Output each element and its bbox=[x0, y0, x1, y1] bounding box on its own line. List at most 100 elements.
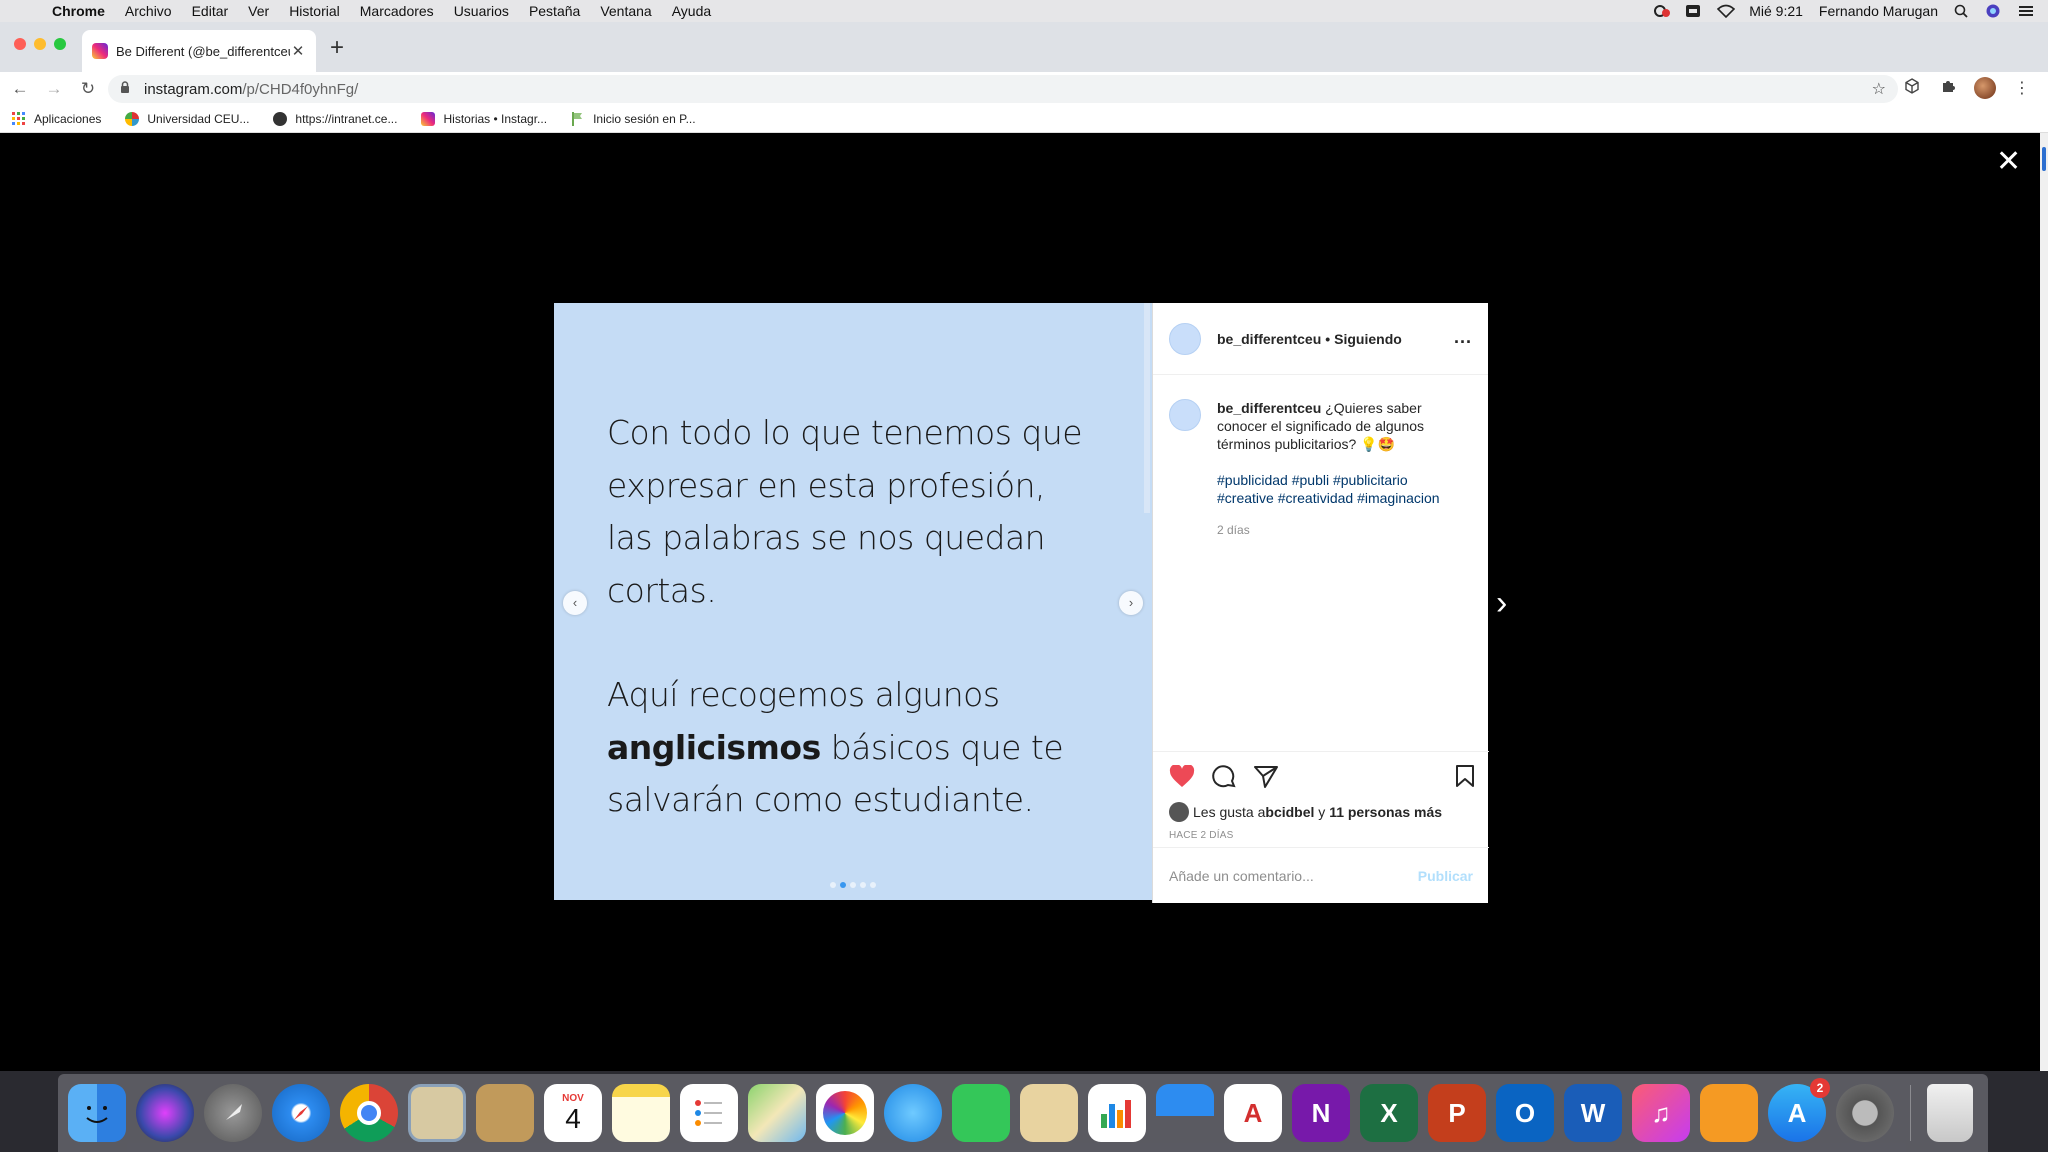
menu-usuarios[interactable]: Usuarios bbox=[454, 3, 509, 19]
clock[interactable]: Mié 9:21 bbox=[1749, 3, 1803, 19]
chrome-menu-icon[interactable]: ⋮ bbox=[2012, 78, 2032, 98]
menubar-tray: Mié 9:21 Fernando Marugan bbox=[1653, 0, 2034, 22]
chrome-dock-icon[interactable] bbox=[340, 1084, 398, 1142]
siri-dock-icon[interactable] bbox=[136, 1084, 194, 1142]
notes-icon[interactable] bbox=[612, 1084, 670, 1142]
reload-button[interactable]: ↻ bbox=[74, 79, 102, 99]
calendar-icon[interactable]: NOV 4 bbox=[544, 1084, 602, 1142]
menu-marcadores[interactable]: Marcadores bbox=[360, 3, 434, 19]
menu-pestana[interactable]: Pestaña bbox=[529, 3, 580, 19]
safari-compass-icon[interactable] bbox=[272, 1084, 330, 1142]
page-scrollbar[interactable] bbox=[2040, 133, 2048, 1071]
app-store-icon[interactable]: A 2 bbox=[1768, 1078, 1830, 1142]
facetime-icon[interactable] bbox=[952, 1084, 1010, 1142]
siri-icon[interactable] bbox=[1986, 4, 2002, 18]
post-caption: be_differentceu ¿Quieres saber conocer e… bbox=[1169, 399, 1479, 539]
spotlight-search-icon[interactable] bbox=[1954, 4, 1970, 18]
slide-line: Con todo lo que tenemos que bbox=[607, 413, 1083, 452]
next-slide-button[interactable]: › bbox=[1119, 591, 1143, 615]
menu-ventana[interactable]: Ventana bbox=[600, 3, 651, 19]
menu-editar[interactable]: Editar bbox=[192, 3, 229, 19]
menu-ayuda[interactable]: Ayuda bbox=[672, 3, 711, 19]
more-options-icon[interactable]: ... bbox=[1454, 327, 1472, 348]
bookmark-universidad-ceu[interactable]: Universidad CEU... bbox=[125, 112, 249, 126]
following-button[interactable]: Siguiendo bbox=[1334, 331, 1402, 347]
close-tab-icon[interactable]: ✕ bbox=[290, 42, 306, 60]
bookmark-star-icon[interactable]: ☆ bbox=[1872, 79, 1886, 99]
preview-icon[interactable] bbox=[1020, 1084, 1078, 1142]
close-window-button[interactable] bbox=[14, 38, 26, 50]
reminders-icon[interactable] bbox=[680, 1084, 738, 1142]
contacts-book-icon[interactable] bbox=[476, 1084, 534, 1142]
cube-extension-icon[interactable] bbox=[1902, 77, 1922, 99]
prev-slide-button[interactable]: ‹ bbox=[563, 591, 587, 615]
next-post-chevron-icon[interactable]: › bbox=[1496, 586, 1507, 620]
calendar-month: NOV bbox=[562, 1092, 584, 1104]
acrobat-pdf-icon[interactable]: A bbox=[1224, 1084, 1282, 1142]
books-icon[interactable] bbox=[1700, 1084, 1758, 1142]
bookmark-inicio-sesion[interactable]: Inicio sesión en P... bbox=[571, 112, 696, 126]
ceu-logo-icon bbox=[125, 112, 140, 126]
likes-others-link[interactable]: 11 personas más bbox=[1329, 804, 1442, 820]
minimize-window-button[interactable] bbox=[34, 38, 46, 50]
word-icon[interactable]: W bbox=[1564, 1084, 1622, 1142]
comment-input[interactable] bbox=[1169, 867, 1418, 884]
wifi-icon[interactable] bbox=[1717, 4, 1736, 19]
notification-center-icon[interactable] bbox=[2018, 4, 2034, 18]
share-send-icon[interactable] bbox=[1253, 765, 1279, 793]
liker-username[interactable]: bcidbel bbox=[1265, 804, 1314, 820]
close-post-icon[interactable]: ✕ bbox=[1996, 147, 2021, 177]
author-username[interactable]: be_differentceu bbox=[1217, 331, 1321, 347]
bookmark-historias-instagram[interactable]: Historias • Instagr... bbox=[421, 112, 547, 126]
new-tab-button[interactable]: + bbox=[330, 36, 344, 60]
keynote-icon[interactable] bbox=[1156, 1084, 1214, 1142]
post-timestamp: HACE 2 DÍAS bbox=[1169, 830, 1234, 841]
caption-hashtags[interactable]: #publicidad #publi #publicitario #creati… bbox=[1217, 471, 1467, 507]
caption-username[interactable]: be_differentceu bbox=[1217, 400, 1321, 416]
finder-icon[interactable] bbox=[68, 1084, 126, 1142]
launchpad-rocket-icon[interactable] bbox=[204, 1084, 262, 1142]
bookmark-label: Aplicaciones bbox=[34, 112, 102, 126]
maps-icon[interactable] bbox=[748, 1084, 806, 1142]
caption-avatar[interactable] bbox=[1169, 399, 1201, 431]
system-preferences-gear-icon[interactable] bbox=[1836, 1084, 1894, 1142]
tab-instagram[interactable]: Be Different (@be_differentceu ✕ bbox=[82, 30, 316, 72]
back-button[interactable]: ← bbox=[6, 79, 34, 99]
menu-archivo[interactable]: Archivo bbox=[125, 3, 172, 19]
powerpoint-icon[interactable]: P bbox=[1428, 1084, 1486, 1142]
author-avatar[interactable] bbox=[1169, 322, 1201, 355]
excel-icon[interactable]: X bbox=[1360, 1084, 1418, 1142]
photos-icon[interactable] bbox=[816, 1084, 874, 1142]
save-bookmark-icon[interactable] bbox=[1455, 764, 1475, 795]
user-name[interactable]: Fernando Marugan bbox=[1819, 3, 1938, 19]
lock-icon[interactable] bbox=[120, 81, 134, 97]
menu-historial[interactable]: Historial bbox=[289, 3, 340, 19]
teamviewer-icon[interactable] bbox=[1685, 4, 1701, 18]
music-icon[interactable]: ♫ bbox=[1632, 1084, 1690, 1142]
creative-cloud-icon[interactable] bbox=[1653, 4, 1671, 18]
address-bar[interactable]: instagram.com/p/CHD4f0yhnFg/ ☆ bbox=[108, 75, 1898, 103]
bookmark-apps[interactable]: Aplicaciones bbox=[12, 112, 101, 126]
numbers-chart-icon[interactable] bbox=[1088, 1084, 1146, 1142]
bookmark-intranet[interactable]: https://intranet.ce... bbox=[273, 112, 397, 126]
menu-app-chrome[interactable]: Chrome bbox=[52, 3, 105, 19]
comment-bubble-icon[interactable] bbox=[1211, 764, 1237, 794]
menu-ver[interactable]: Ver bbox=[248, 3, 269, 19]
outlook-icon[interactable]: O bbox=[1496, 1084, 1554, 1142]
like-heart-icon[interactable] bbox=[1169, 764, 1195, 793]
onenote-icon[interactable]: N bbox=[1292, 1084, 1350, 1142]
mail-eagle-icon[interactable] bbox=[408, 1084, 466, 1142]
extensions-puzzle-icon[interactable] bbox=[1938, 78, 1958, 99]
zoom-window-button[interactable] bbox=[54, 38, 66, 50]
slide-line: básicos que te bbox=[820, 727, 1064, 767]
caption-time: 2 días bbox=[1217, 523, 1250, 537]
messages-icon[interactable] bbox=[884, 1084, 942, 1142]
publish-button[interactable]: Publicar bbox=[1418, 868, 1473, 884]
trash-icon[interactable] bbox=[1927, 1084, 1973, 1142]
profile-avatar[interactable] bbox=[1974, 77, 1996, 99]
forward-button[interactable]: → bbox=[40, 79, 68, 99]
liker-avatar[interactable] bbox=[1169, 802, 1189, 822]
url-host: instagram.com bbox=[144, 80, 243, 98]
post-media-slide[interactable]: Con todo lo que tenemos que expresar en … bbox=[554, 303, 1152, 900]
instagram-icon bbox=[421, 112, 436, 126]
